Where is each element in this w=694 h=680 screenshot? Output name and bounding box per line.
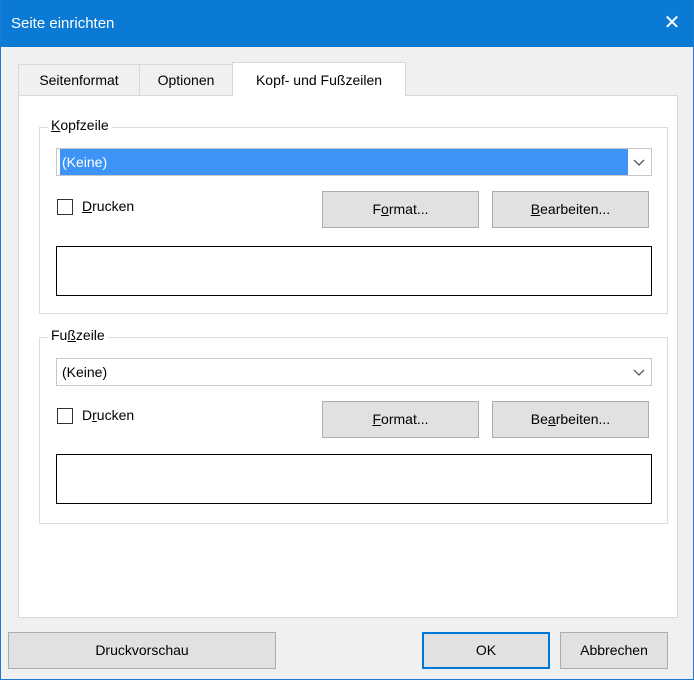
footer-format-button[interactable]: Format... — [322, 401, 479, 438]
title-bar: Seite einrichten ✕ — [1, 0, 693, 47]
footer-group-legend: Fußzeile — [48, 327, 108, 343]
header-print-label: Drucken — [82, 198, 135, 214]
header-print-checkbox[interactable] — [57, 199, 73, 215]
header-preview-box — [56, 246, 652, 296]
header-select-value: (Keine) — [60, 149, 628, 175]
tab-seitenformat[interactable]: Seitenformat — [18, 64, 140, 95]
print-preview-button[interactable]: Druckvorschau — [8, 632, 276, 669]
footer-select[interactable]: (Keine) — [56, 358, 652, 386]
footer-print-checkbox[interactable] — [57, 408, 73, 424]
header-edit-button[interactable]: Bearbeiten... — [492, 191, 649, 228]
chevron-down-icon — [627, 149, 651, 175]
ok-button[interactable]: OK — [422, 632, 550, 669]
chevron-down-icon — [627, 359, 651, 385]
header-group-legend: Kopfzeile — [48, 117, 112, 133]
footer-edit-button[interactable]: Bearbeiten... — [492, 401, 649, 438]
close-icon[interactable]: ✕ — [657, 8, 687, 38]
header-format-button[interactable]: Format... — [322, 191, 479, 228]
page-setup-dialog: Seite einrichten ✕ Seitenformat Optionen… — [0, 0, 694, 680]
footer-print-label: Drucken — [82, 407, 135, 423]
footer-group: Fußzeile (Keine) Drucken Format... Bearb… — [39, 327, 668, 524]
cancel-button[interactable]: Abbrechen — [560, 632, 668, 669]
header-select[interactable]: (Keine) — [56, 148, 652, 176]
footer-preview-box — [56, 454, 652, 504]
footer-select-value: (Keine) — [62, 364, 108, 380]
tab-panel: Kopfzeile (Keine) Drucken Format... Bear… — [18, 95, 678, 618]
window-title: Seite einrichten — [11, 15, 115, 32]
tab-optionen[interactable]: Optionen — [139, 64, 233, 95]
tab-kopf-und-fusszeilen[interactable]: Kopf- und Fußzeilen — [232, 62, 406, 96]
header-group: Kopfzeile (Keine) Drucken Format... Bear… — [39, 117, 668, 314]
